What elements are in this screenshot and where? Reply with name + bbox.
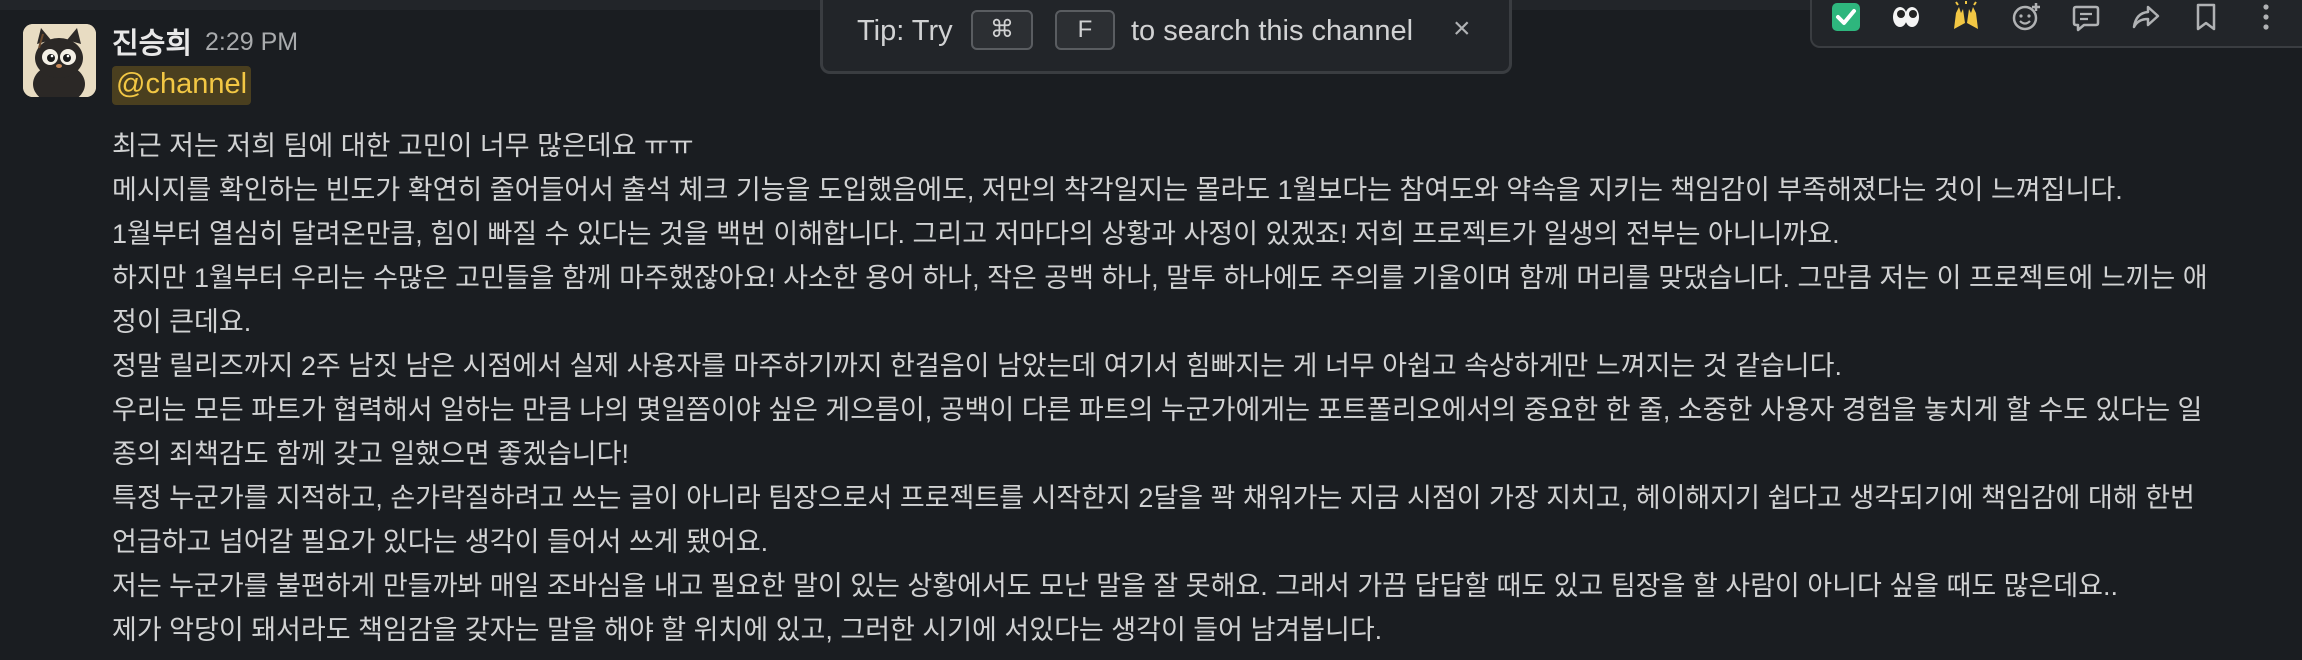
save-for-later-button[interactable] xyxy=(2184,0,2228,34)
message-timestamp[interactable]: 2:29 PM xyxy=(205,28,298,57)
more-actions-button[interactable] xyxy=(2244,0,2288,34)
bookmark-icon xyxy=(2196,3,2216,31)
more-actions-icon xyxy=(2263,4,2269,30)
check-mark-reaction-button[interactable] xyxy=(1824,0,1868,34)
f-key: F xyxy=(1055,10,1115,50)
raised-hands-reaction-button[interactable] xyxy=(1944,0,1988,34)
close-tip-button[interactable]: × xyxy=(1453,12,1471,46)
reply-in-thread-button[interactable] xyxy=(2064,0,2108,34)
message-line: 언급하고 넘어갈 필요가 있다는 생각이 들어서 쓰게 됐어요. xyxy=(112,527,769,557)
sender-name[interactable]: 진승희 xyxy=(112,20,192,62)
message-line: 정말 릴리즈까지 2주 남짓 남은 시점에서 실제 사용자를 마주하기까지 한걸… xyxy=(112,351,1842,381)
tip-prefix: Tip: Try xyxy=(857,15,953,47)
raised-hands-emoji-icon xyxy=(1954,1,1978,29)
eyes-emoji-icon xyxy=(1893,7,1919,27)
message[interactable]: 진승희 2:29 PM @channel 최근 저는 저희 팀에 대한 고민이 … xyxy=(0,0,2302,660)
share-icon xyxy=(2132,5,2160,29)
message-line: 정이 큰데요. xyxy=(112,307,252,337)
message-line: 제가 악당이 돼서라도 책임감을 갖자는 말을 해야 할 위치에 있고, 그러한… xyxy=(112,615,1383,645)
message-actions-toolbar xyxy=(1810,0,2302,48)
add-reaction-icon xyxy=(2012,3,2040,31)
message-line: 저는 누군가를 불편하게 만들까봐 매일 조바심을 내고 필요한 말이 있는 상… xyxy=(112,571,2119,601)
message-body: 최근 저는 저희 팀에 대한 고민이 너무 많은데요 ㅠㅠ 메시지를 확인하는 … xyxy=(112,124,2292,652)
avatar[interactable] xyxy=(23,24,96,97)
message-line: 최근 저는 저희 팀에 대한 고민이 너무 많은데요 ㅠㅠ xyxy=(112,131,694,161)
share-message-button[interactable] xyxy=(2124,0,2168,34)
message-line: 하지만 1월부터 우리는 수많은 고민들을 함께 마주했잖아요! 사소한 용어 … xyxy=(112,263,2208,293)
reply-in-thread-icon xyxy=(2072,5,2100,32)
add-reaction-button[interactable] xyxy=(2004,0,2048,34)
channel-mention[interactable]: @channel xyxy=(112,66,252,105)
message-line: 메시지를 확인하는 빈도가 확연히 줄어들어서 출석 체크 기능을 도입했음에도… xyxy=(112,175,2123,205)
message-line: 우리는 모든 파트가 협력해서 일하는 만큼 나의 몇일쯤이야 싶은 게으름이,… xyxy=(112,395,2203,425)
tip-suffix: to search this channel xyxy=(1131,15,1414,47)
command-key: ⌘ xyxy=(971,10,1033,50)
eyes-reaction-button[interactable] xyxy=(1884,0,1928,34)
search-tip-banner: Tip: Try ⌘ F to search this channel × xyxy=(820,0,1512,74)
check-mark-emoji-icon xyxy=(1832,3,1860,31)
message-line: 종의 죄책감도 함께 갖고 일했으면 좋겠습니다! xyxy=(112,439,629,469)
message-line: 특정 누군가를 지적하고, 손가락질하려고 쓰는 글이 아니라 팀장으로서 프로… xyxy=(112,483,2195,513)
cat-avatar-icon xyxy=(23,24,96,97)
message-line: 1월부터 열심히 달려온만큼, 힘이 빠질 수 있다는 것을 백번 이해합니다.… xyxy=(112,219,1840,249)
